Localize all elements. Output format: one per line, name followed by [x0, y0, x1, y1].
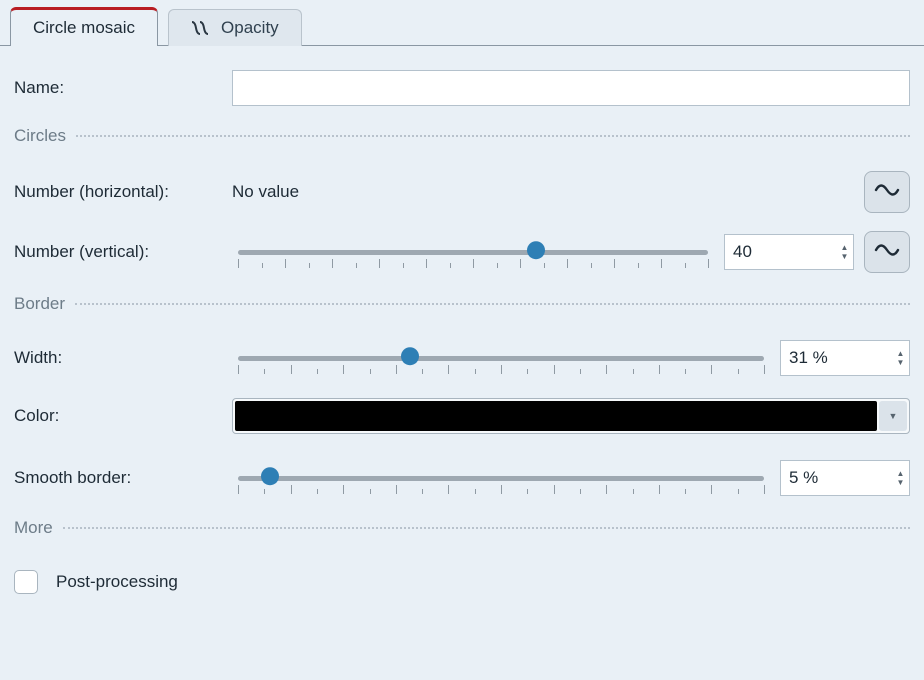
name-label: Name: — [14, 78, 224, 98]
transitions-icon — [191, 20, 213, 36]
tab-opacity[interactable]: Opacity — [168, 9, 302, 46]
post-processing-checkbox[interactable] — [14, 570, 38, 594]
width-slider[interactable] — [232, 340, 770, 376]
name-input[interactable] — [232, 70, 910, 106]
width-spinner[interactable]: ▲▼ — [780, 340, 910, 376]
number-horizontal-keyframe-button[interactable] — [864, 171, 910, 213]
post-processing-label: Post-processing — [56, 572, 178, 592]
chevron-down-icon[interactable]: ▼ — [897, 358, 905, 367]
section-circles: Circles — [14, 126, 910, 146]
smooth-border-spinner[interactable]: ▲▼ — [780, 460, 910, 496]
section-label: More — [14, 518, 53, 538]
smooth-border-row: Smooth border: ▲▼ — [14, 454, 910, 502]
number-vertical-spinner[interactable]: ▲▼ — [724, 234, 854, 270]
section-more: More — [14, 518, 910, 538]
wave-icon — [874, 241, 900, 264]
smooth-border-input[interactable] — [781, 461, 892, 495]
number-horizontal-row: Number (horizontal): No value — [14, 168, 910, 216]
width-row: Width: ▲▼ — [14, 334, 910, 382]
chevron-up-icon[interactable]: ▲ — [897, 349, 905, 358]
section-label: Circles — [14, 126, 66, 146]
chevron-up-icon[interactable]: ▲ — [841, 243, 849, 252]
number-vertical-slider[interactable] — [232, 234, 714, 270]
tab-circle-mosaic[interactable]: Circle mosaic — [10, 7, 158, 46]
number-vertical-label: Number (vertical): — [14, 242, 224, 262]
color-row: Color: ▼ — [14, 392, 910, 440]
chevron-down-icon: ▼ — [889, 411, 898, 421]
spinner-arrows[interactable]: ▲▼ — [892, 461, 909, 495]
width-input[interactable] — [781, 341, 892, 375]
smooth-border-slider[interactable] — [232, 460, 770, 496]
tab-bar: Circle mosaic Opacity — [0, 0, 924, 46]
chevron-down-icon[interactable]: ▼ — [841, 252, 849, 261]
chevron-down-icon[interactable]: ▼ — [897, 478, 905, 487]
panel: Name: Circles Number (horizontal): No va… — [0, 46, 924, 606]
tab-label: Circle mosaic — [33, 18, 135, 38]
spinner-arrows[interactable]: ▲▼ — [836, 235, 853, 269]
section-label: Border — [14, 294, 65, 314]
width-label: Width: — [14, 348, 224, 368]
color-label: Color: — [14, 406, 224, 426]
number-vertical-keyframe-button[interactable] — [864, 231, 910, 273]
number-horizontal-label: Number (horizontal): — [14, 182, 224, 202]
name-row: Name: — [14, 64, 910, 112]
smooth-border-label: Smooth border: — [14, 468, 224, 488]
color-picker[interactable]: ▼ — [232, 398, 910, 434]
number-vertical-input[interactable] — [725, 235, 836, 269]
color-dropdown-button[interactable]: ▼ — [879, 401, 907, 431]
color-swatch[interactable] — [235, 401, 877, 431]
section-divider — [63, 527, 910, 529]
section-divider — [75, 303, 910, 305]
post-processing-row: Post-processing — [14, 558, 910, 606]
number-horizontal-value: No value — [232, 182, 299, 202]
section-border: Border — [14, 294, 910, 314]
tab-label: Opacity — [221, 18, 279, 38]
chevron-up-icon[interactable]: ▲ — [897, 469, 905, 478]
wave-icon — [874, 181, 900, 204]
spinner-arrows[interactable]: ▲▼ — [892, 341, 909, 375]
number-vertical-row: Number (vertical): ▲▼ — [14, 228, 910, 276]
section-divider — [76, 135, 910, 137]
